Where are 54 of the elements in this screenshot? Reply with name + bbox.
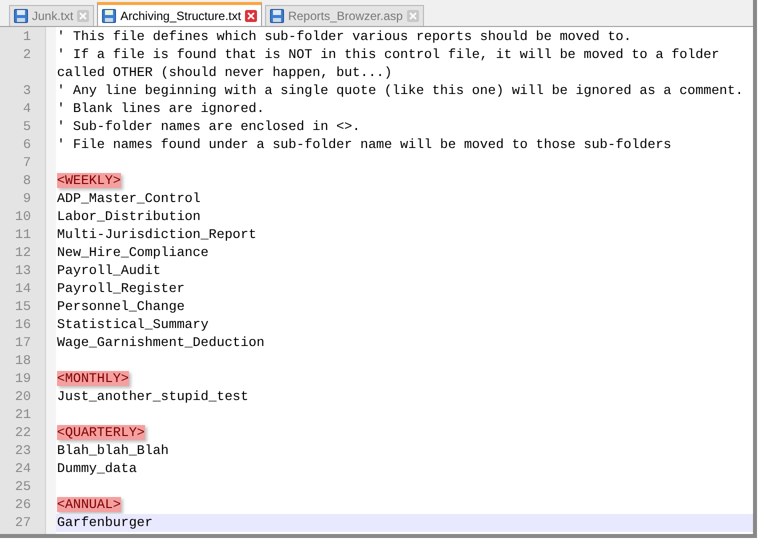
folder-tag: <WEEKLY>	[57, 173, 121, 188]
line-number: 5	[22, 118, 32, 136]
line-number: 25	[14, 478, 32, 496]
comment-line: ' Sub-folder names are enclosed in <>.	[57, 119, 360, 134]
line-number: 27	[14, 514, 32, 532]
line-number: 13	[14, 262, 32, 280]
line-number: 1	[22, 28, 32, 46]
comment-line: ' If a file is found that is NOT in this control file, it will be moved to a folder called OTHER (should never happen, but...)	[57, 47, 720, 80]
file-tab[interactable]: Reports_Browzer.asp	[265, 5, 424, 26]
code-line: Dummy_data	[57, 461, 137, 476]
code-line: Garfenburger	[57, 515, 153, 530]
line-number: 15	[14, 298, 32, 316]
line-number: 17	[14, 334, 32, 352]
line-number: 12	[14, 244, 32, 262]
close-icon[interactable]	[245, 10, 258, 22]
line-number: 21	[14, 406, 32, 424]
code-line: Personnel_Change	[57, 299, 185, 314]
code-line: Blah_blah_Blah	[57, 443, 169, 458]
line-number: 7	[22, 154, 32, 172]
file-tab[interactable]: Archiving_Structure.txt	[97, 2, 262, 26]
line-number: 11	[14, 226, 32, 244]
comment-line: ' File names found under a sub-folder name will be moved to those sub-folders	[57, 137, 672, 152]
line-number: 19	[14, 370, 32, 388]
folder-tag: <QUARTERLY>	[57, 425, 145, 440]
comment-line: ' This file defines which sub-folder various reports should be moved to.	[57, 29, 632, 44]
line-number: 16	[14, 316, 32, 334]
code-line: Labor_Distribution	[57, 209, 201, 224]
line-number: 2	[22, 46, 32, 64]
code-line: Payroll_Register	[57, 281, 185, 296]
line-number: 4	[22, 100, 32, 118]
comment-line: ' Blank lines are ignored.	[57, 101, 264, 116]
line-number: 10	[14, 208, 32, 226]
line-number: 18	[14, 352, 32, 370]
line-number: 23	[14, 442, 32, 460]
code-line: ADP_Master_Control	[57, 191, 201, 206]
line-number: 22	[14, 424, 32, 442]
line-number: 9	[22, 190, 32, 208]
line-number: 8	[22, 172, 32, 190]
code-line: New_Hire_Compliance	[57, 245, 209, 260]
code-line: Wage_Garnishment_Deduction	[57, 335, 264, 350]
code-line: Statistical_Summary	[57, 317, 209, 332]
file-tab[interactable]: Junk.txt	[9, 5, 94, 26]
code-line: Just_another_stupid_test	[57, 389, 249, 404]
folder-tag: <MONTHLY>	[57, 371, 129, 386]
line-number: 24	[14, 460, 32, 478]
code-line: Multi-Jurisdiction_Report	[57, 227, 256, 242]
line-number: 6	[22, 136, 32, 154]
code-line: Payroll_Audit	[57, 263, 161, 278]
line-number: 14	[14, 280, 32, 298]
line-number: 3	[22, 82, 32, 100]
line-number: 26	[14, 496, 32, 514]
line-number: 20	[14, 388, 32, 406]
comment-line: ' Any line beginning with a single quote (like this one) will be ignored as a comment.	[57, 83, 744, 98]
folder-tag: <ANNUAL>	[57, 497, 121, 512]
